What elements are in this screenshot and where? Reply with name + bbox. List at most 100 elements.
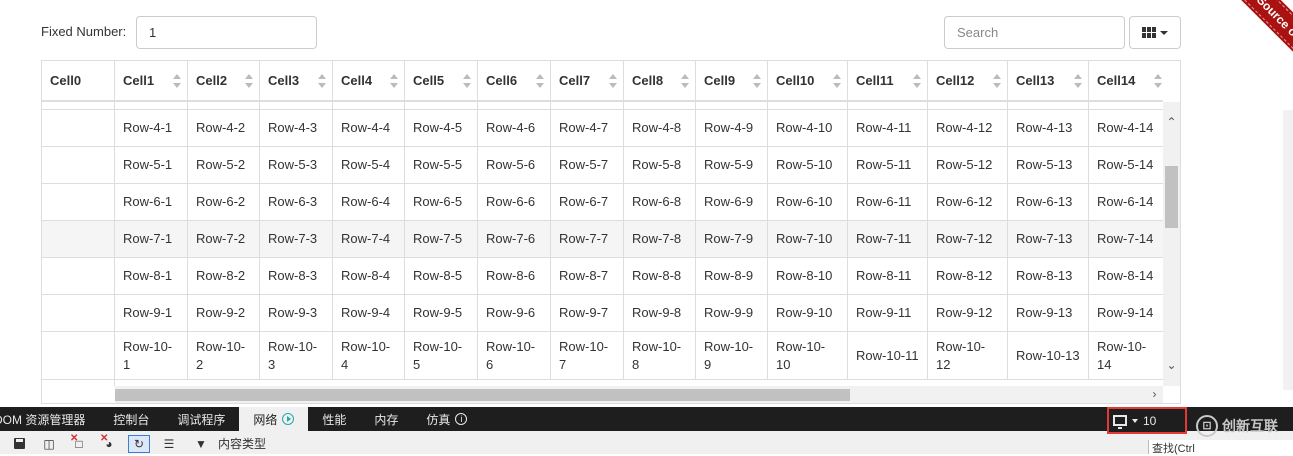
column-header-cell10[interactable]: Cell10: [768, 61, 848, 100]
sort-icon[interactable]: [463, 74, 471, 88]
table-cell: Row-9-7: [551, 295, 624, 331]
sort-icon[interactable]: [993, 74, 1001, 88]
clear-cache-button[interactable]: ◕ ✕: [98, 433, 120, 453]
column-header-cell2[interactable]: Cell2: [188, 61, 260, 100]
table-cell: Row-6-14: [1089, 184, 1163, 220]
column-header-cell1[interactable]: Cell1: [115, 61, 188, 100]
filter-button[interactable]: ▼: [188, 435, 214, 453]
table-cell: Row-7-1: [115, 221, 188, 257]
sort-icon[interactable]: [833, 74, 841, 88]
fixed-column-cell: [42, 332, 114, 380]
filter-icon: ▼: [195, 436, 207, 451]
column-header-cell11[interactable]: Cell11: [848, 61, 928, 100]
table-cell: Row-9-14: [1089, 295, 1163, 331]
table-cell: Row-9-4: [333, 295, 405, 331]
clear-session-button[interactable]: □ ✕: [68, 432, 90, 453]
table-row[interactable]: Row-4-1 Row-4-2 Row-4-3 Row-4-4 Row-4-5 Row-4…: [115, 110, 1163, 147]
table-cell: Row-8-9: [696, 258, 768, 294]
vertical-scroll-thumb[interactable]: [1165, 166, 1178, 228]
clear-entries-button[interactable]: ☰: [158, 435, 180, 453]
sort-icon[interactable]: [536, 74, 544, 88]
fixed-number-input[interactable]: [136, 16, 317, 49]
table-cell: Row-10-8: [624, 332, 696, 379]
table-cell: Row-7-5: [405, 221, 478, 257]
table-row[interactable]: Row-10-1 Row-10-2 Row-10-3 Row-10-4 Row-10-5…: [115, 332, 1163, 380]
column-header-cell8[interactable]: Cell8: [624, 61, 696, 100]
table-scroll-body[interactable]: Cell1 Cell2 Cell3 Cell4 Cell5 Cell6 Cell7 Cell8…: [115, 61, 1163, 386]
table-row[interactable]: Row-5-1 Row-5-2 Row-5-3 Row-5-4 Row-5-5 Row-5…: [115, 147, 1163, 184]
tab-performance[interactable]: 性能: [308, 407, 360, 431]
x-icon: ✕: [70, 432, 79, 444]
github-ribbon-label: Source on GitHub: [1222, 0, 1293, 90]
table-cell: Row-5-7: [551, 147, 624, 183]
tab-dom-explorer[interactable]: DOM 资源管理器: [0, 407, 99, 431]
sort-icon[interactable]: [753, 74, 761, 88]
sort-icon[interactable]: [1074, 74, 1082, 88]
table-cell: Row-6-5: [405, 184, 478, 220]
sort-icon[interactable]: [1154, 74, 1162, 88]
column-header-cell3[interactable]: Cell3: [260, 61, 333, 100]
tab-memory[interactable]: 内存: [360, 407, 412, 431]
table-cell: Row-4-3: [260, 110, 333, 146]
column-header-cell13[interactable]: Cell13: [1008, 61, 1089, 100]
table-cell: Row-5-9: [696, 147, 768, 183]
table-cell: Row-5-14: [1089, 147, 1163, 183]
devtools-panel: DOM 资源管理器 控制台 调试程序 网络 性能 内存 仿真 i 10 ◫ □ ✕ …: [0, 407, 1293, 454]
table-cell: Row-8-6: [478, 258, 551, 294]
sort-icon[interactable]: [245, 74, 253, 88]
table-cell: Row-6-8: [624, 184, 696, 220]
tab-console[interactable]: 控制台: [99, 407, 163, 431]
tab-emulation[interactable]: 仿真 i: [412, 407, 481, 431]
table-cell: Row-10-9: [696, 332, 768, 379]
vertical-scrollbar[interactable]: ⌃ ⌄: [1163, 102, 1180, 386]
horizontal-scrollbar[interactable]: ›: [115, 386, 1163, 403]
columns-toggle-button[interactable]: [1129, 16, 1181, 49]
sort-icon[interactable]: [173, 74, 181, 88]
page-scrollbar[interactable]: [1283, 110, 1293, 390]
column-header-cell7[interactable]: Cell7: [551, 61, 624, 100]
sort-icon[interactable]: [913, 74, 921, 88]
column-header-cell12[interactable]: Cell12: [928, 61, 1008, 100]
table-row[interactable]: Row-6-1 Row-6-2 Row-6-3 Row-6-4 Row-6-5 Row-6…: [115, 184, 1163, 221]
column-header-cell6[interactable]: Cell6: [478, 61, 551, 100]
tab-network[interactable]: 网络: [239, 407, 309, 431]
find-field[interactable]: 查找(Ctrl: [1148, 440, 1293, 455]
sort-icon[interactable]: [609, 74, 617, 88]
column-header-label: Cell8: [632, 73, 664, 88]
table-cell: Row-6-4: [333, 184, 405, 220]
data-table: Cell1 Cell2 Cell3 Cell4 Cell5 Cell6 Cell7 Cell8…: [41, 60, 1181, 404]
fixed-column-cell: [42, 221, 114, 258]
fixed-column-cell: [42, 258, 114, 295]
table-cell: Row-7-13: [1008, 221, 1089, 257]
sort-icon[interactable]: [390, 74, 398, 88]
tab-debugger[interactable]: 调试程序: [163, 407, 239, 431]
horizontal-scroll-thumb[interactable]: [115, 389, 850, 401]
scroll-right-icon[interactable]: ›: [1146, 386, 1163, 403]
column-header-cell0[interactable]: Cell0: [42, 61, 114, 100]
caret-down-icon: [1132, 418, 1138, 423]
table-row[interactable]: Row-8-1 Row-8-2 Row-8-3 Row-8-4 Row-8-5 Row-8…: [115, 258, 1163, 295]
table-cell: Row-4-11: [848, 110, 928, 146]
sort-icon[interactable]: [318, 74, 326, 88]
column-header-cell14[interactable]: Cell14: [1089, 61, 1163, 100]
device-selector[interactable]: 10: [1107, 407, 1187, 434]
column-header-cell4[interactable]: Cell4: [333, 61, 405, 100]
scroll-up-icon[interactable]: ⌃: [1163, 114, 1180, 131]
table-cell: Row-9-2: [188, 295, 260, 331]
watermark-text: 创新互联: [1222, 418, 1278, 434]
column-header-label: Cell7: [559, 73, 591, 88]
column-header-label: Cell6: [486, 73, 518, 88]
save-button[interactable]: [8, 435, 30, 453]
column-header-cell5[interactable]: Cell5: [405, 61, 478, 100]
github-ribbon[interactable]: Source on GitHub: [1193, 0, 1293, 90]
auto-scroll-button[interactable]: ↻: [128, 434, 150, 453]
sort-icon[interactable]: [681, 74, 689, 88]
scroll-down-icon[interactable]: ⌄: [1163, 357, 1180, 374]
search-input[interactable]: [944, 16, 1125, 49]
table-row[interactable]: Row-7-1 Row-7-2 Row-7-3 Row-7-4 Row-7-5 Row-7…: [115, 221, 1163, 258]
table-cell: Row-7-3: [260, 221, 333, 257]
table-cell: Row-4-6: [478, 110, 551, 146]
import-button[interactable]: ◫: [38, 435, 60, 453]
column-header-cell9[interactable]: Cell9: [696, 61, 768, 100]
table-row[interactable]: Row-9-1 Row-9-2 Row-9-3 Row-9-4 Row-9-5 Row-9…: [115, 295, 1163, 332]
